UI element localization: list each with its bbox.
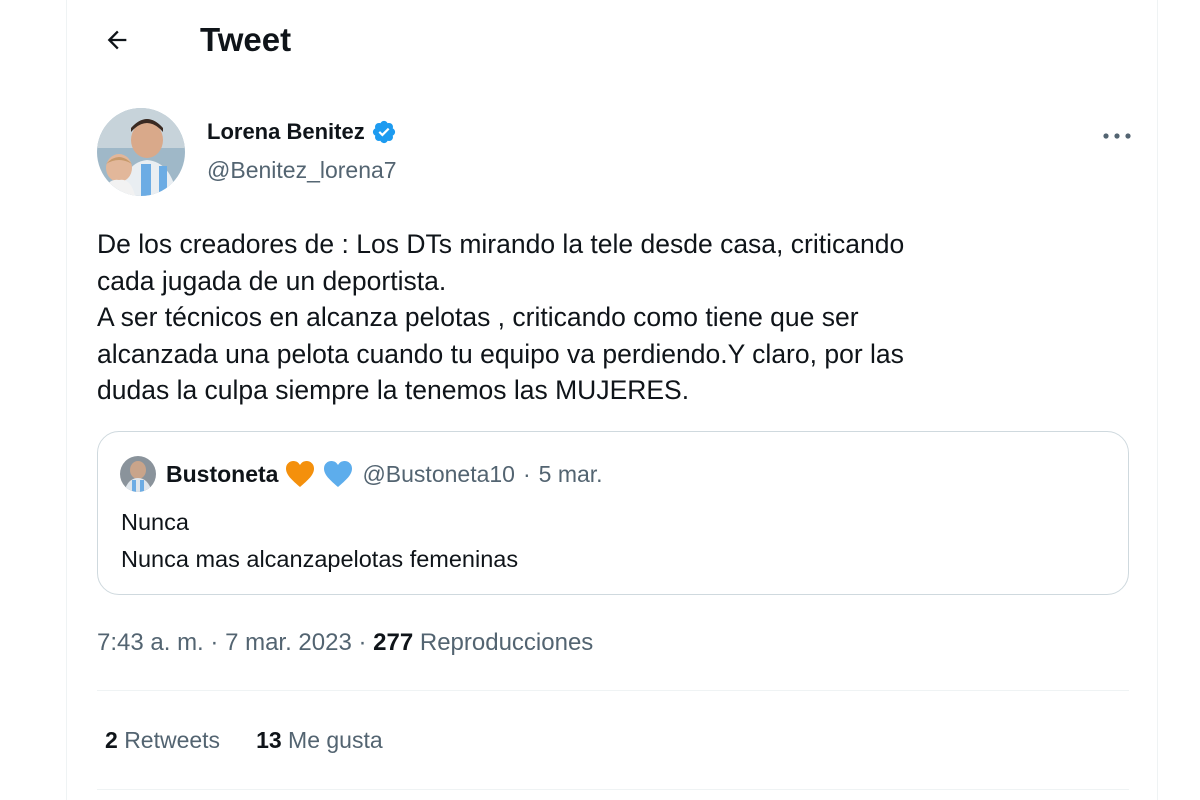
views-count: 277 — [373, 629, 414, 656]
views-spacer — [413, 626, 420, 660]
likes-link[interactable]: 13 Me gusta — [256, 722, 383, 758]
meta-separator: · — [203, 629, 226, 656]
tweet-text-line: alcanzada una pelota cuando tu equipo va… — [97, 338, 904, 369]
quoted-tweet[interactable]: Bustoneta @Bustoneta10 · 5 mar. Nunca Nu… — [97, 431, 1129, 595]
meta-separator: · — [351, 629, 374, 656]
more-dots-icon — [1103, 133, 1131, 139]
divider — [97, 789, 1129, 790]
blue-heart-icon — [324, 461, 353, 487]
more-options-button[interactable] — [1097, 116, 1137, 156]
verified-badge-icon[interactable] — [371, 119, 397, 145]
avatar[interactable] — [97, 108, 185, 196]
quoted-handle: @Bustoneta10 — [362, 460, 515, 487]
back-button[interactable] — [97, 20, 137, 60]
likes-count: 13 — [256, 727, 282, 753]
quoted-date[interactable]: 5 mar. — [539, 461, 603, 488]
tweet-text-line: A ser técnicos en alcanza pelotas , crit… — [97, 302, 859, 332]
author-name[interactable]: Lorena Benitez — [207, 118, 365, 146]
tweet-time[interactable]: 7:43 a. m. — [97, 626, 204, 660]
tweet-text-line: dudas la culpa siempre la tenemos las MU… — [97, 375, 690, 405]
retweets-label: Retweets — [124, 727, 221, 753]
quoted-text: Nunca Nunca mas alcanzapelotas femeninas — [121, 504, 518, 578]
quoted-text-line: Nunca — [121, 509, 189, 535]
quoted-avatar[interactable] — [120, 456, 156, 492]
tweet-meta: 7:43 a. m. · 7 mar. 2023 · 277 Reproducc… — [97, 626, 593, 660]
page-title: Tweet — [200, 21, 292, 58]
quoted-separator: · — [522, 460, 531, 487]
retweets-count: 2 — [105, 727, 118, 753]
tweet-column: Tweet Lorena Benitez @Benitez_lorena7 De… — [66, 0, 1158, 800]
quoted-author-name: Bustoneta — [166, 460, 279, 487]
tweet-stats: 2 Retweets 13 Me gusta — [105, 722, 419, 758]
quoted-header: Bustoneta @Bustoneta10 · 5 mar. — [166, 457, 603, 491]
header-bar: Tweet — [67, 0, 1157, 80]
arrow-left-icon — [107, 30, 127, 50]
retweets-link[interactable]: 2 Retweets — [105, 722, 220, 758]
divider — [97, 690, 1129, 691]
name-row: Lorena Benitez — [207, 118, 397, 146]
author-handle[interactable]: @Benitez_lorena7 — [207, 156, 397, 184]
orange-heart-icon — [286, 461, 315, 487]
views-label: Reproducciones — [419, 629, 594, 656]
quoted-text-line: Nunca mas alcanzapelotas femeninas — [121, 546, 519, 572]
tweet-author: Lorena Benitez @Benitez_lorena7 — [97, 108, 1137, 200]
tweet-text: De los creadores de : Los DTs mirando la… — [97, 226, 1107, 409]
tweet-date[interactable]: 7 mar. 2023 — [225, 626, 352, 660]
likes-label: Me gusta — [288, 727, 383, 753]
tweet-text-line: De los creadores de : Los DTs mirando la… — [97, 229, 905, 259]
tweet-text-line: cada jugada de un deportista. — [97, 265, 447, 296]
